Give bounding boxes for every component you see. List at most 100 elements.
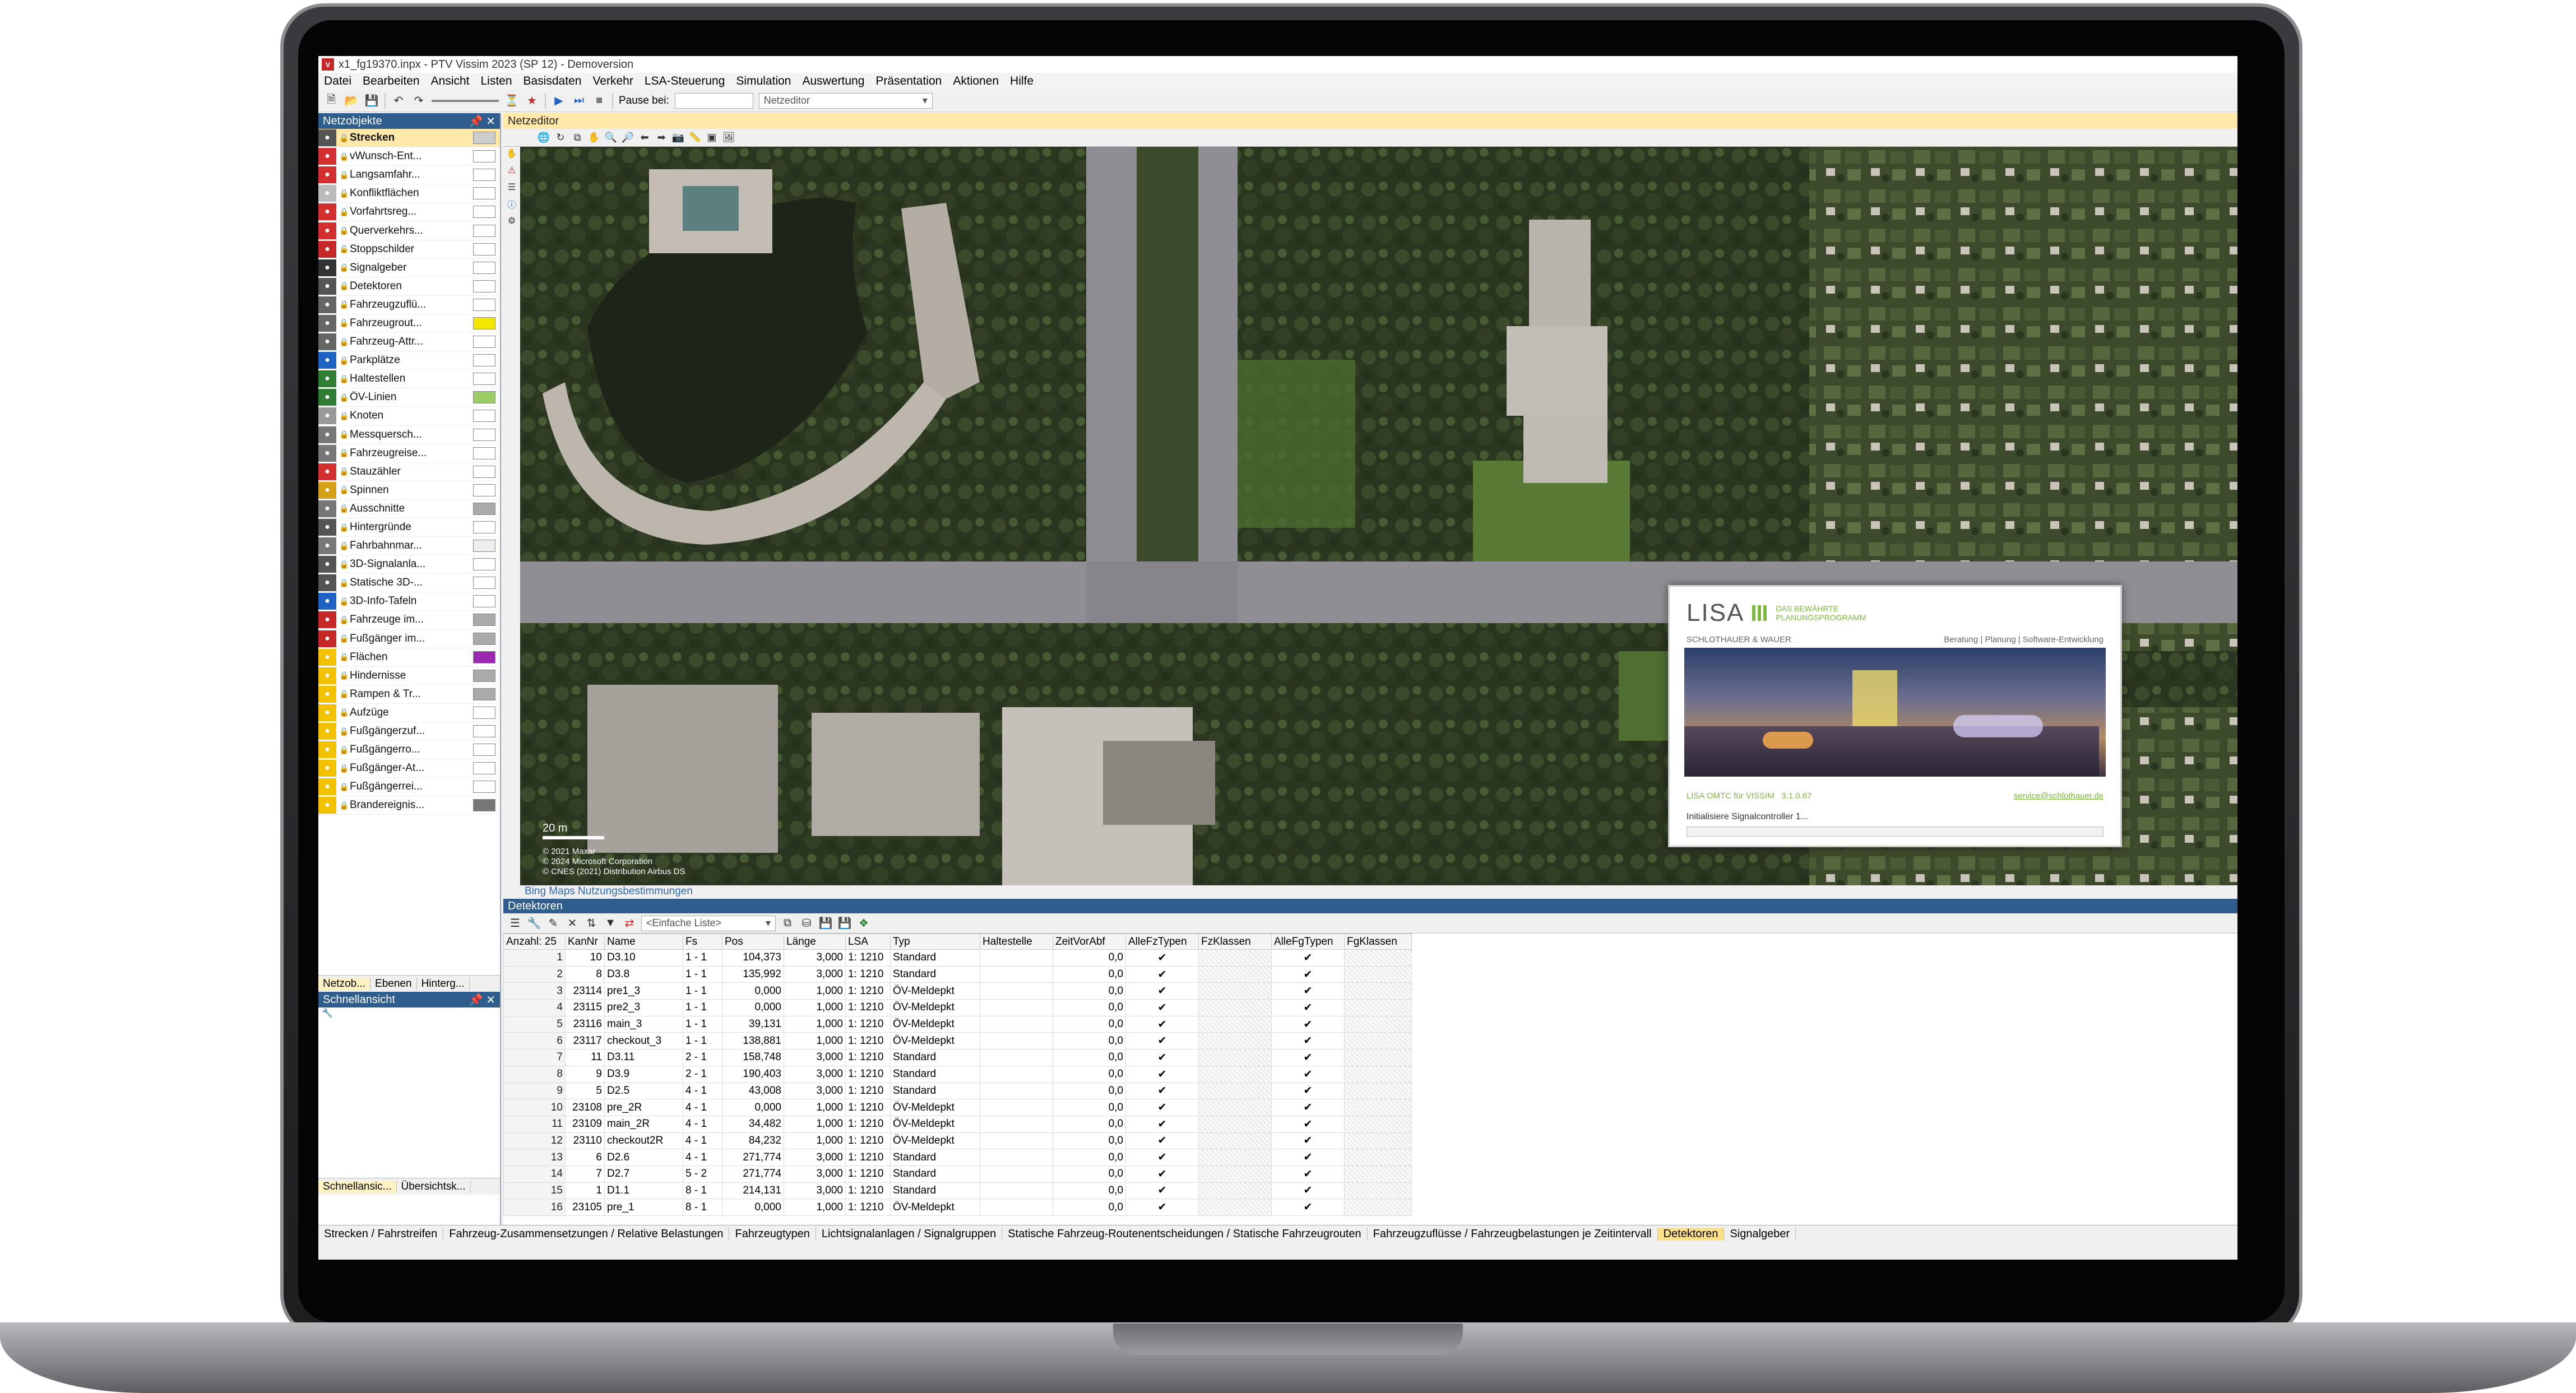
lock-icon[interactable]: 🔒: [339, 801, 350, 810]
style-swatch[interactable]: [473, 280, 495, 292]
style-swatch[interactable]: [473, 651, 495, 663]
table-cell[interactable]: [980, 1132, 1053, 1150]
netobject-row[interactable]: ● 🔒 Signalgeber: [318, 259, 500, 277]
style-swatch[interactable]: [473, 150, 495, 163]
tree-icon[interactable]: ❖: [856, 916, 871, 931]
table-cell[interactable]: Standard: [890, 1165, 980, 1183]
table-cell[interactable]: 15: [503, 1182, 566, 1200]
style-swatch[interactable]: [473, 447, 495, 459]
editor-select[interactable]: Netzeditor ▾: [758, 92, 933, 109]
netobject-row[interactable]: ● 🔒 Messquersch...: [318, 426, 500, 444]
netobject-row[interactable]: ● 🔒 Ausschnitte: [318, 500, 500, 518]
netobject-row[interactable]: ● 🔒 Stoppschilder: [318, 240, 500, 259]
pin-close-icons[interactable]: 📌 ✕: [469, 993, 495, 1007]
table-cell[interactable]: 2: [503, 965, 566, 983]
table-cell[interactable]: main_3: [604, 1015, 683, 1033]
new-file-icon[interactable]: 🗎: [324, 94, 339, 108]
netobject-row[interactable]: ● 🔒 Flächen: [318, 648, 500, 667]
table-cell[interactable]: [980, 982, 1053, 1000]
column-header[interactable]: KanNr: [565, 934, 605, 950]
table-row[interactable]: 1 10 D3.10 1 - 1 104,373 3,000 1: 1210 Standard…: [503, 949, 1412, 967]
camera-icon[interactable]: 📷: [671, 131, 685, 145]
lock-icon[interactable]: 🔒: [339, 467, 350, 476]
lock-icon[interactable]: 🔒: [339, 152, 350, 161]
delete-icon[interactable]: ✕: [565, 916, 580, 931]
table-cell[interactable]: pre2_3: [604, 999, 683, 1016]
all-ped-types-checkbox[interactable]: ✔: [1271, 965, 1345, 983]
table-cell[interactable]: 9: [503, 1082, 566, 1100]
table-cell[interactable]: checkout_3: [604, 1032, 683, 1050]
all-vehicle-types-checkbox[interactable]: ✔: [1125, 1149, 1199, 1166]
table-cell[interactable]: 1,000: [784, 982, 846, 1000]
select-tool-icon[interactable]: ✋: [505, 147, 518, 160]
column-header[interactable]: AlleFgTypen: [1271, 934, 1345, 950]
table-cell[interactable]: 0,0: [1053, 1082, 1126, 1100]
left-panel-tab[interactable]: Netzob...: [318, 977, 371, 990]
style-swatch[interactable]: [473, 799, 495, 812]
netobject-row[interactable]: ● 🔒 Querverkehrs...: [318, 221, 500, 240]
table-cell[interactable]: D2.7: [604, 1165, 683, 1183]
table-cell[interactable]: 3: [503, 982, 566, 1000]
table-cell[interactable]: 1: 1210: [845, 982, 891, 1000]
table-cell[interactable]: 1: [503, 949, 566, 967]
table-cell[interactable]: 1: 1210: [845, 1015, 891, 1033]
column-header[interactable]: Haltestelle: [980, 934, 1053, 950]
warning-tool-icon[interactable]: ⚠: [505, 164, 518, 177]
table-cell[interactable]: 1: 1210: [845, 1065, 891, 1083]
column-header[interactable]: Typ: [890, 934, 980, 950]
table-cell[interactable]: 138,881: [722, 1032, 784, 1050]
style-swatch[interactable]: [473, 298, 495, 311]
lock-icon[interactable]: 🔒: [339, 541, 350, 551]
netobject-row[interactable]: ● 🔒 Fahrzeugreise...: [318, 444, 500, 463]
menu-item[interactable]: Listen: [475, 75, 517, 88]
table-row[interactable]: 5 23116 main_3 1 - 1 39,131 1,000 1: 1210 ÖV-Me…: [503, 1015, 1412, 1033]
netobject-row[interactable]: ● 🔒 Fahrbahnmar...: [318, 537, 500, 556]
refresh-icon[interactable]: ↻: [554, 131, 567, 145]
column-header[interactable]: FgKlassen: [1344, 934, 1412, 950]
style-swatch[interactable]: [473, 725, 495, 738]
table-cell[interactable]: 271,774: [722, 1149, 784, 1166]
netobject-row[interactable]: ● 🔒 Parkplätze: [318, 351, 500, 370]
menu-item[interactable]: Simulation: [730, 75, 796, 88]
pin-close-icons[interactable]: 📌 ✕: [469, 114, 495, 128]
lock-icon[interactable]: 🔒: [339, 782, 350, 792]
table-cell[interactable]: 3,000: [784, 965, 846, 983]
column-header[interactable]: FzKlassen: [1198, 934, 1272, 950]
table-cell[interactable]: 0,0: [1053, 1182, 1126, 1200]
lock-icon[interactable]: 🔒: [339, 337, 350, 347]
netobject-row[interactable]: ● 🔒 Knoten: [318, 407, 500, 426]
table-cell[interactable]: 10: [565, 949, 605, 967]
table-cell[interactable]: [980, 949, 1053, 967]
table-cell[interactable]: 1: 1210: [845, 1099, 891, 1116]
list-layout-select[interactable]: <Einfache Liste> ▾: [641, 915, 776, 931]
column-header[interactable]: Länge: [784, 934, 846, 950]
table-cell[interactable]: 23116: [565, 1015, 605, 1033]
netobject-row[interactable]: ● 🔒 Haltestellen: [318, 370, 500, 389]
table-cell[interactable]: 1,000: [784, 1115, 846, 1133]
table-cell[interactable]: 1,000: [784, 1099, 846, 1116]
table-row[interactable]: 14 7 D2.7 5 - 2 271,774 3,000 1: 1210 Standard 0…: [503, 1165, 1412, 1183]
quickview-tab[interactable]: Schnellansic...: [318, 1180, 397, 1193]
netobject-row[interactable]: ● 🔒 Aufzüge: [318, 704, 500, 722]
all-vehicle-types-checkbox[interactable]: ✔: [1125, 1082, 1199, 1100]
globe-icon[interactable]: 🌐: [537, 131, 550, 145]
table-cell[interactable]: 7: [503, 1049, 566, 1066]
table-cell[interactable]: D1.1: [604, 1182, 683, 1200]
all-vehicle-types-checkbox[interactable]: ✔: [1125, 949, 1199, 967]
table-cell[interactable]: 1: 1210: [845, 999, 891, 1016]
table-cell[interactable]: [980, 1099, 1053, 1116]
table-cell[interactable]: 39,131: [722, 1015, 784, 1033]
style-swatch[interactable]: [473, 132, 495, 145]
table-cell[interactable]: 4 - 1: [683, 1115, 722, 1133]
table-cell[interactable]: [980, 1015, 1053, 1033]
table-cell[interactable]: 4 - 1: [683, 1099, 722, 1116]
all-ped-types-checkbox[interactable]: ✔: [1271, 1182, 1345, 1200]
zoom-out-icon[interactable]: 🔎: [621, 131, 634, 145]
table-cell[interactable]: ÖV-Meldepkt: [890, 999, 980, 1016]
style-swatch[interactable]: [473, 391, 495, 404]
netobject-row[interactable]: ● 🔒 Fußgänger-At...: [318, 759, 500, 778]
table-cell[interactable]: 1,000: [784, 1015, 846, 1033]
lock-icon[interactable]: 🔒: [339, 430, 350, 439]
column-header[interactable]: AlleFzTypen: [1125, 934, 1199, 950]
table-cell[interactable]: 8 - 1: [683, 1182, 722, 1200]
